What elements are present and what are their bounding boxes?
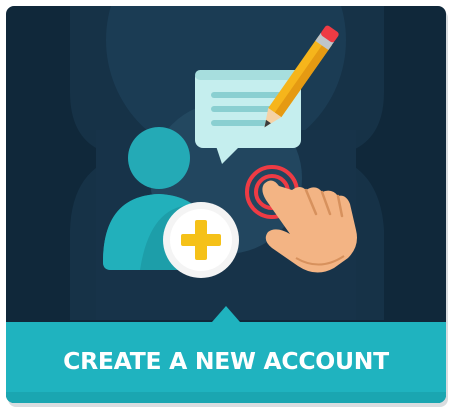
plus-badge-icon <box>163 202 239 278</box>
create-account-card[interactable]: CREATE A NEW ACCOUNT <box>0 0 452 409</box>
create-account-label[interactable]: CREATE A NEW ACCOUNT <box>0 338 452 384</box>
